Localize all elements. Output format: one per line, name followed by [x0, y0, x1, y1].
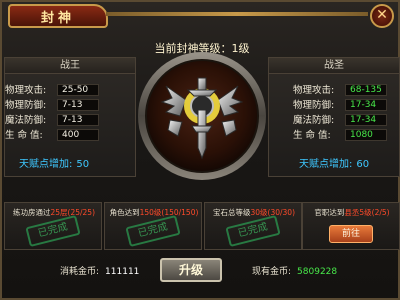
requirement-prefix: 官职达到 — [314, 208, 345, 217]
requirement-gem-level: 宝石总等级30级(30/30) 已完成 — [204, 202, 302, 250]
stat-label: 生 命 值: — [5, 130, 43, 141]
current-rank-title: 战王 — [5, 58, 135, 74]
requirement-training-room: 练功房通过25层(25/25) 已完成 — [4, 202, 102, 250]
stat-value: 1080 — [345, 129, 387, 141]
stat-row-magic-defense: 魔法防御: 7-13 — [5, 114, 137, 127]
requirement-prefix: 练功房通过 — [12, 208, 51, 217]
requirement-character-level: 角色达到150级(150/150) 已完成 — [104, 202, 202, 250]
stat-label: 物理防御: — [293, 100, 335, 111]
talent-value: 50 — [76, 159, 90, 170]
stat-row-physical-attack: 物理攻击: 25-50 — [5, 84, 137, 97]
stat-value: 68-135 — [345, 84, 387, 96]
requirement-progress: 县丞5级(2/5) — [344, 208, 390, 217]
requirement-official-rank: 官职达到县丞5级(2/5) 前往 — [302, 202, 400, 250]
stat-label: 魔法防御: — [5, 115, 47, 126]
stat-row-hp: 生 命 值: 400 — [5, 129, 137, 142]
window-title: 封神 — [40, 10, 75, 26]
winged-sword-emblem-icon — [138, 52, 266, 180]
go-to-button[interactable]: 前往 — [329, 225, 373, 243]
stat-label: 魔法防御: — [293, 115, 335, 126]
gold-owned-label: 现有金币: — [252, 267, 292, 277]
dialog-frame: 封神 ✕ 当前封神等级：1级 战王 物理攻击: 25-50 物理防御: 7-13… — [0, 0, 400, 300]
next-rank-panel: 战圣 物理攻击: 68-135 物理防御: 17-34 魔法防御: 17-34 … — [268, 57, 400, 177]
requirement-text: 练功房通过25层(25/25) — [5, 207, 101, 218]
gold-owned: 现有金币: 5809228 — [252, 264, 337, 277]
requirement-prefix: 角色达到 — [109, 208, 140, 217]
talent-label: 天赋点增加: — [299, 159, 353, 170]
requirement-text: 宝石总等级30级(30/30) — [205, 207, 301, 218]
completed-stamp: 已完成 — [225, 215, 281, 247]
title-bar-divider — [106, 12, 368, 16]
talent-points: 天赋点增加: 50 — [19, 155, 89, 170]
stat-value: 7-13 — [57, 99, 99, 111]
completed-stamp: 已完成 — [125, 215, 181, 247]
next-rank-title: 战圣 — [269, 58, 399, 74]
gold-cost: 消耗金币: 111111 — [60, 264, 139, 277]
title-tab: 封神 — [8, 4, 108, 28]
stat-label: 物理攻击: — [293, 85, 335, 96]
talent-points: 天赋点增加: 60 — [299, 155, 369, 170]
stat-row-physical-defense: 物理防御: 7-13 — [5, 99, 137, 112]
stat-value: 25-50 — [57, 84, 99, 96]
upgrade-bar: 消耗金币: 111111 升级 现有金币: 5809228 — [2, 254, 400, 300]
stat-value: 17-34 — [345, 99, 387, 111]
stat-row-physical-attack: 物理攻击: 68-135 — [269, 84, 400, 97]
close-icon: ✕ — [376, 7, 388, 23]
upgrade-button[interactable]: 升级 — [160, 258, 222, 282]
requirement-text: 官职达到县丞5级(2/5) — [303, 207, 399, 218]
stat-label: 物理防御: — [5, 100, 47, 111]
stat-row-hp: 生 命 值: 1080 — [269, 129, 400, 142]
stat-row-physical-defense: 物理防御: 17-34 — [269, 99, 400, 112]
close-button[interactable]: ✕ — [370, 4, 394, 28]
completed-stamp: 已完成 — [25, 215, 81, 247]
talent-value: 60 — [356, 159, 370, 170]
requirement-text: 角色达到150级(150/150) — [105, 207, 201, 218]
gold-owned-value: 5809228 — [297, 267, 338, 277]
gold-cost-label: 消耗金币: — [60, 267, 100, 277]
stat-row-magic-defense: 魔法防御: 17-34 — [269, 114, 400, 127]
current-rank-panel: 战王 物理攻击: 25-50 物理防御: 7-13 魔法防御: 7-13 生 命… — [4, 57, 136, 177]
stat-value: 400 — [57, 129, 99, 141]
requirement-prefix: 宝石总等级 — [212, 208, 251, 217]
stat-label: 生 命 值: — [293, 130, 331, 141]
gold-cost-value: 111111 — [105, 267, 140, 277]
stat-label: 物理攻击: — [5, 85, 47, 96]
talent-label: 天赋点增加: — [19, 159, 73, 170]
stat-value: 7-13 — [57, 114, 99, 126]
stat-value: 17-34 — [345, 114, 387, 126]
